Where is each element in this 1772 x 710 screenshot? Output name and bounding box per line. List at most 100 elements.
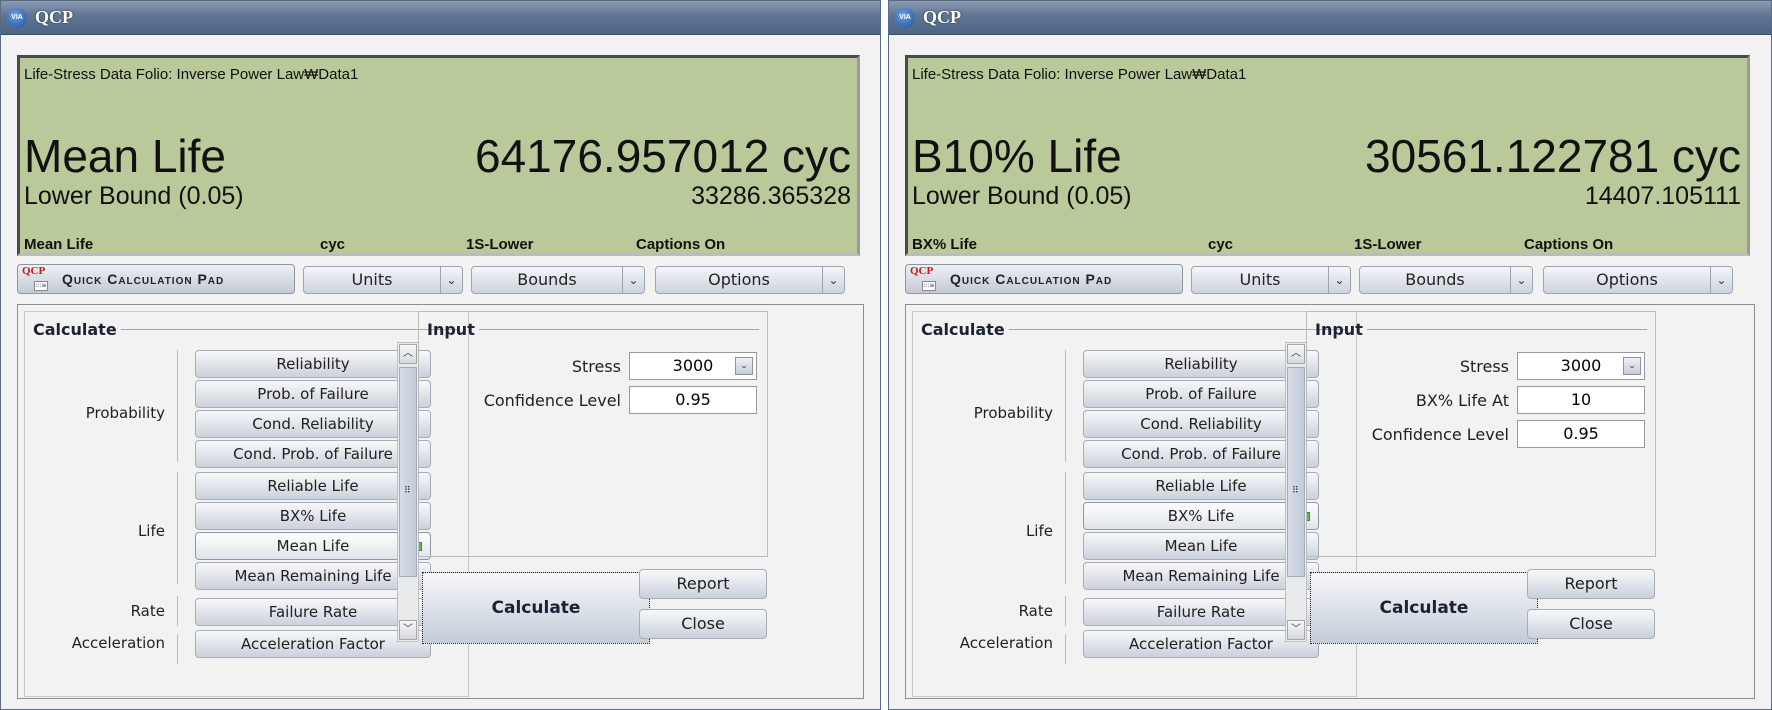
calculate-header: Calculate: [921, 320, 1348, 339]
close-button[interactable]: Close: [1527, 609, 1655, 639]
chevron-down-icon[interactable]: ⌄: [822, 267, 844, 293]
group-label-life: Life: [1025, 522, 1053, 540]
group-divider: [177, 634, 178, 664]
window-title: QCP: [923, 7, 961, 27]
reliability-button[interactable]: Reliability: [195, 350, 431, 378]
chevron-down-icon[interactable]: ⌄: [1710, 267, 1732, 293]
input-group: Input Stress 3000 ⌄ Confidence Level 0.95: [418, 311, 768, 557]
scrollbar-thumb[interactable]: ⠿: [1287, 367, 1305, 577]
mean-life-button[interactable]: Mean Life: [1083, 532, 1319, 560]
units-dropdown[interactable]: Units ⌄: [303, 266, 463, 294]
options-label: Options: [1596, 270, 1658, 289]
reliable-life-button[interactable]: Reliable Life: [195, 472, 431, 500]
cond-prob-of-failure-button[interactable]: Cond. Prob. of Failure: [195, 440, 431, 468]
cond-prob-of-failure-button[interactable]: Cond. Prob. of Failure: [1083, 440, 1319, 468]
chevron-down-icon[interactable]: ⌄: [1623, 357, 1641, 375]
units-dropdown[interactable]: Units ⌄: [1191, 266, 1351, 294]
scrollbar-thumb[interactable]: ⠿: [399, 367, 417, 577]
mean-life-button[interactable]: Mean Life: [195, 532, 431, 560]
report-button[interactable]: Report: [639, 569, 767, 599]
scroll-down-icon[interactable]: ﹀: [399, 620, 417, 640]
mean-remaining-life-button[interactable]: Mean Remaining Life: [195, 562, 431, 590]
calculate-group: Calculate Probability Reliability Prob. …: [912, 311, 1357, 697]
input-header: Input: [1315, 320, 1647, 339]
title-bar[interactable]: VIA QCP: [889, 1, 1771, 35]
bound-label: Lower Bound (0.05): [24, 182, 244, 210]
group-divider: [1065, 596, 1066, 626]
input-header: Input: [427, 320, 759, 339]
bx-life-button[interactable]: BX% Life: [195, 502, 431, 530]
group-label-rate: Rate: [1018, 602, 1053, 620]
bounds-dropdown[interactable]: Bounds ⌄: [1359, 266, 1533, 294]
cond-reliability-button[interactable]: Cond. Reliability: [195, 410, 431, 438]
grip-icon: ⠿: [404, 486, 411, 496]
caption-bounds: 1S-Lower: [466, 236, 534, 253]
confidence-row: Confidence Level 0.95: [1372, 420, 1645, 448]
bx-life-button[interactable]: BX% Life: [1083, 502, 1319, 530]
metric-value: 64176.957012 cyc: [475, 130, 851, 182]
results-display: Life-Stress Data Folio: Inverse Power La…: [905, 55, 1750, 256]
calculate-group: Calculate Probability Reliability Prob. …: [24, 311, 469, 697]
scroll-down-icon[interactable]: ﹀: [1287, 620, 1305, 640]
title-bar[interactable]: VIA QCP: [1, 1, 880, 35]
scroll-up-icon[interactable]: ︿: [399, 344, 417, 364]
cond-reliability-button[interactable]: Cond. Reliability: [1083, 410, 1319, 438]
confidence-level-input[interactable]: 0.95: [1517, 420, 1645, 448]
group-divider: [1065, 472, 1066, 584]
confidence-level-input[interactable]: 0.95: [629, 386, 757, 414]
failure-rate-button[interactable]: Failure Rate: [1083, 598, 1319, 626]
chevron-down-icon[interactable]: ⌄: [1328, 267, 1350, 293]
app-logo-icon: VIA: [7, 7, 27, 28]
options-dropdown[interactable]: Options ⌄: [655, 266, 845, 294]
calculate-scrollbar[interactable]: ︿ ⠿ ﹀: [1285, 342, 1307, 642]
options-dropdown[interactable]: Options ⌄: [1543, 266, 1733, 294]
close-button[interactable]: Close: [639, 609, 767, 639]
group-divider: [177, 350, 178, 462]
group-label-acceleration: Acceleration: [959, 634, 1053, 652]
calculate-button[interactable]: Calculate: [1310, 572, 1538, 644]
qcp-label: Quick Calculation Pad: [62, 271, 225, 287]
bounds-dropdown[interactable]: Bounds ⌄: [471, 266, 645, 294]
caption-units: cyc: [1208, 236, 1234, 253]
results-display: Life-Stress Data Folio: Inverse Power La…: [17, 55, 860, 256]
calculate-scrollbar[interactable]: ︿ ⠿ ﹀: [397, 342, 419, 642]
calculate-header: Calculate: [33, 320, 460, 339]
prob-of-failure-button[interactable]: Prob. of Failure: [1083, 380, 1319, 408]
quick-calculation-pad-button[interactable]: QCP:::≡ Quick Calculation Pad: [17, 264, 295, 294]
folio-path: Life-Stress Data Folio: Inverse Power La…: [912, 66, 1247, 83]
main-panel: Calculate Probability Reliability Prob. …: [17, 304, 864, 699]
group-divider: [1065, 350, 1066, 462]
report-button[interactable]: Report: [1527, 569, 1655, 599]
qcp-icon: QCP:::≡: [910, 265, 936, 291]
chevron-down-icon[interactable]: ⌄: [622, 267, 644, 293]
bound-label: Lower Bound (0.05): [912, 182, 1132, 210]
quick-calculation-pad-button[interactable]: QCP:::≡ Quick Calculation Pad: [905, 264, 1183, 294]
chevron-down-icon[interactable]: ⌄: [1510, 267, 1532, 293]
stress-label: Stress: [571, 356, 621, 376]
qcp-icon: QCP:::≡: [22, 265, 48, 291]
chevron-down-icon[interactable]: ⌄: [735, 357, 753, 375]
mean-remaining-life-button[interactable]: Mean Remaining Life: [1083, 562, 1319, 590]
group-label-rate: Rate: [130, 602, 165, 620]
qcp-label: Quick Calculation Pad: [950, 271, 1113, 287]
bound-value: 14407.105111: [1584, 182, 1741, 210]
group-divider: [177, 472, 178, 584]
bound-value: 33286.365328: [691, 182, 851, 210]
stress-select[interactable]: 3000 ⌄: [1517, 352, 1645, 380]
failure-rate-button[interactable]: Failure Rate: [195, 598, 431, 626]
reliability-button[interactable]: Reliability: [1083, 350, 1319, 378]
prob-of-failure-button[interactable]: Prob. of Failure: [195, 380, 431, 408]
reliable-life-button[interactable]: Reliable Life: [1083, 472, 1319, 500]
acceleration-factor-button[interactable]: Acceleration Factor: [195, 630, 431, 658]
chevron-down-icon[interactable]: ⌄: [440, 267, 462, 293]
bx-life-at-input[interactable]: 10: [1517, 386, 1645, 414]
scroll-up-icon[interactable]: ︿: [1287, 344, 1305, 364]
confidence-level-label: Confidence Level: [1371, 424, 1509, 444]
group-divider: [177, 596, 178, 626]
group-label-probability: Probability: [85, 404, 165, 422]
acceleration-factor-button[interactable]: Acceleration Factor: [1083, 630, 1319, 658]
calculate-button[interactable]: Calculate: [422, 572, 650, 644]
stress-row: Stress 3000 ⌄: [572, 352, 757, 380]
bounds-label: Bounds: [517, 270, 577, 289]
stress-select[interactable]: 3000 ⌄: [629, 352, 757, 380]
